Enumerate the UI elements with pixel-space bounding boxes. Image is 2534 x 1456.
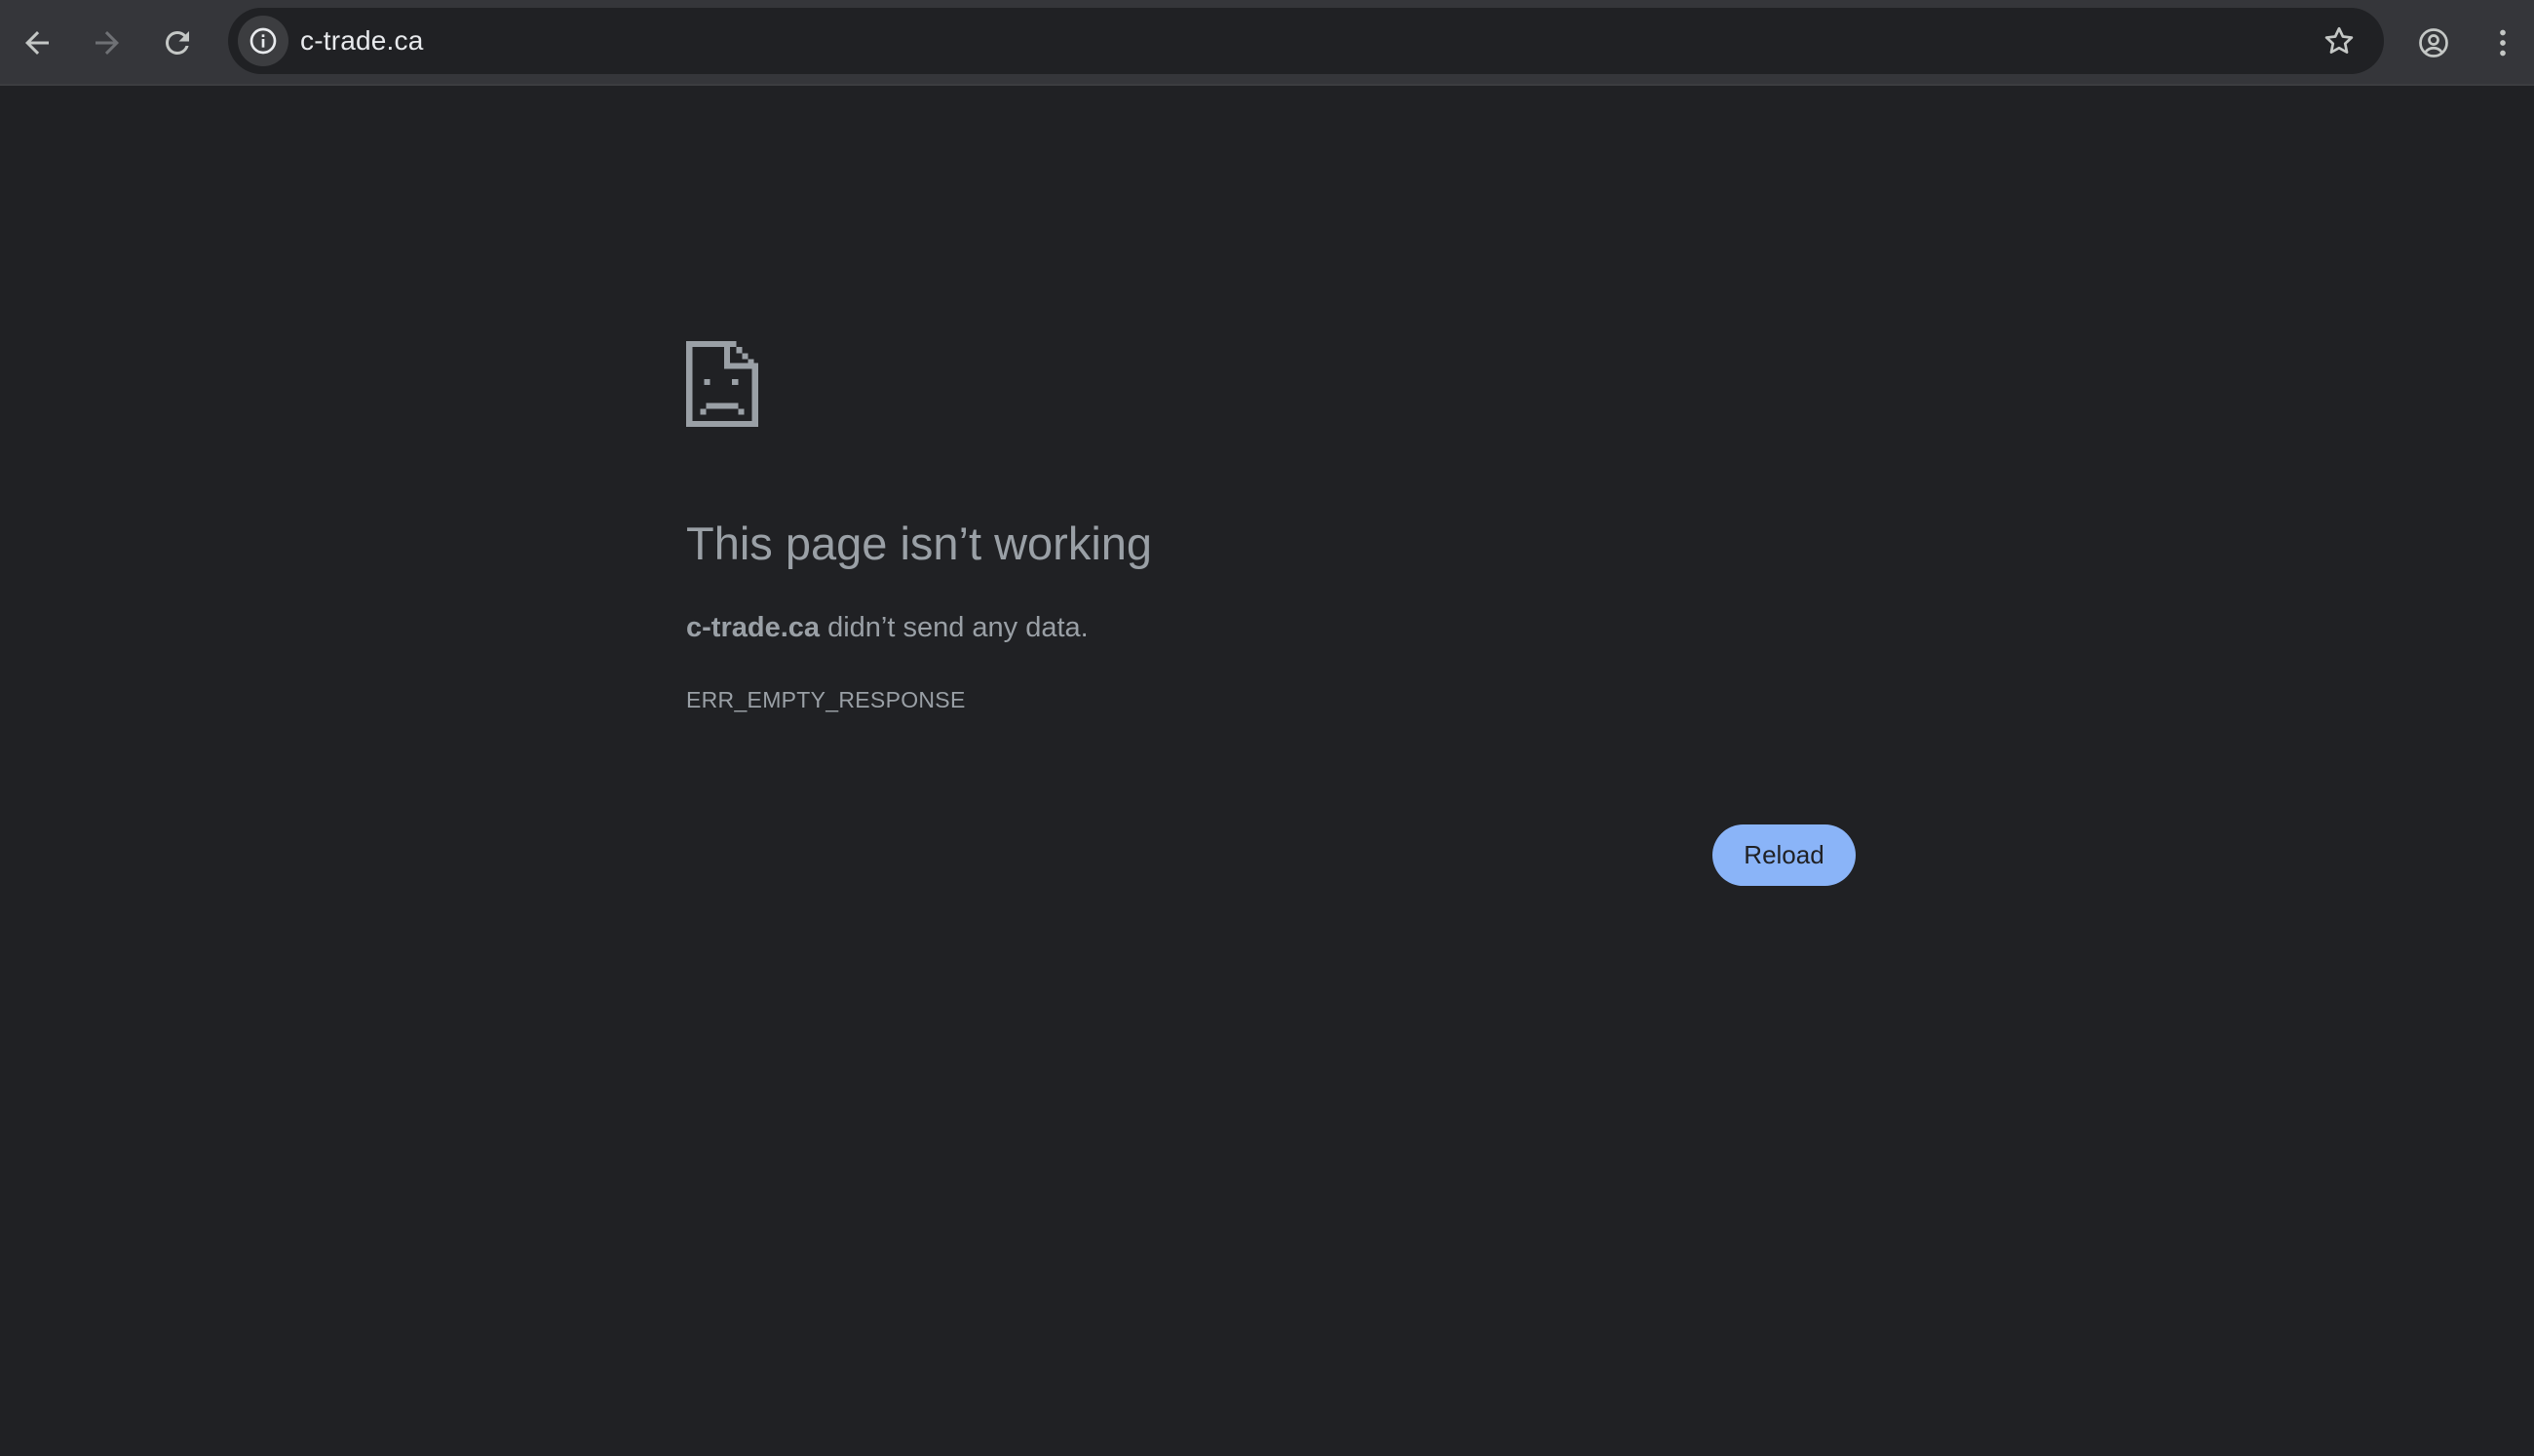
reload-icon <box>165 30 189 55</box>
star-icon <box>2324 26 2354 54</box>
error-description-text: didn’t send any data. <box>820 612 1089 643</box>
bookmark-button[interactable] <box>2316 18 2362 64</box>
browser-toolbar: c-trade.ca <box>0 0 2534 86</box>
site-info-button[interactable] <box>238 16 288 66</box>
arrow-right-icon <box>96 31 119 55</box>
error-title: This page isn’t working <box>686 517 1153 569</box>
reload-button[interactable]: Reload <box>1712 824 1856 886</box>
arrow-left-icon <box>25 31 49 55</box>
address-bar[interactable]: c-trade.ca <box>228 8 2384 74</box>
profile-button[interactable] <box>2404 14 2463 72</box>
more-vertical-icon <box>2500 29 2506 57</box>
sad-page-icon <box>686 341 758 427</box>
browser-menu-button[interactable] <box>2476 14 2530 72</box>
forward-button[interactable] <box>78 14 136 72</box>
back-button[interactable] <box>8 14 66 72</box>
url-text[interactable]: c-trade.ca <box>300 8 424 74</box>
error-host: c-trade.ca <box>686 612 821 643</box>
error-description: c-trade.ca didn’t send any data. <box>686 612 1089 644</box>
error-code: ERR_EMPTY_RESPONSE <box>686 687 966 712</box>
account-circle-icon <box>2419 28 2448 57</box>
info-icon <box>250 27 277 55</box>
error-page: This page isn’t working c-trade.ca didn’… <box>0 86 2534 1456</box>
reload-page-button[interactable] <box>148 14 207 72</box>
